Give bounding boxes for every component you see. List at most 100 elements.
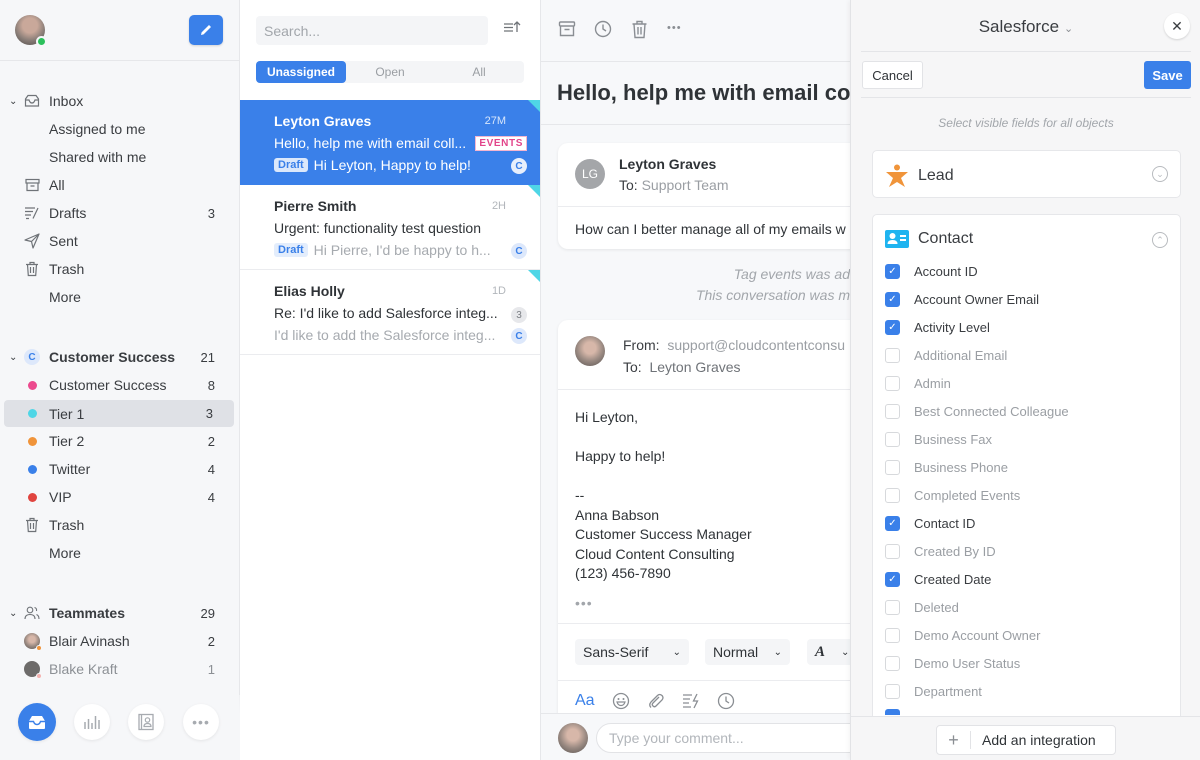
save-button[interactable]: Save bbox=[1144, 61, 1191, 89]
sidebar-item-tier-2[interactable]: Tier 2 2 bbox=[0, 428, 240, 454]
checkbox-unchecked-icon[interactable] bbox=[885, 431, 900, 447]
conversation-item[interactable]: Elias Holly 1D Re: I'd like to add Sales… bbox=[240, 270, 540, 355]
sidebar-item-shared-with-me[interactable]: Shared with me bbox=[0, 144, 240, 170]
checkbox-unchecked-icon[interactable] bbox=[885, 403, 900, 419]
sidebar-item-assigned-to-me[interactable]: Assigned to me bbox=[0, 116, 240, 142]
checkbox-checked-icon[interactable]: ✓ bbox=[885, 571, 900, 587]
tag-color-dot-icon bbox=[27, 409, 37, 418]
search-input[interactable] bbox=[256, 16, 488, 45]
clock-icon[interactable] bbox=[717, 692, 735, 710]
collapse-toggle-icon[interactable]: ⌃ bbox=[1152, 232, 1168, 248]
add-integration-button[interactable]: + Add an integration bbox=[936, 725, 1116, 755]
inbox-nav-button[interactable] bbox=[18, 703, 56, 741]
sidebar-item-more[interactable]: More bbox=[0, 284, 240, 310]
conversation-item[interactable]: Pierre Smith 2H Urgent: functionality te… bbox=[240, 185, 540, 270]
sidebar-item-twitter[interactable]: Twitter 4 bbox=[0, 456, 240, 482]
sidebar-item-team-trash[interactable]: Trash bbox=[0, 512, 240, 538]
field-checkbox-row[interactable]: Deleted bbox=[885, 597, 959, 617]
field-checkbox-row[interactable]: ✓ Contact ID bbox=[885, 513, 975, 533]
reply-body-editor[interactable]: Hi Leyton, Happy to help! -- Anna Babson… bbox=[575, 408, 752, 584]
checkbox-checked-icon[interactable]: ✓ bbox=[885, 291, 900, 307]
field-checkbox-row[interactable]: ✓ Activity Level bbox=[885, 317, 990, 337]
sidebar-team-customer-success[interactable]: ⌄ C Customer Success 21 bbox=[0, 344, 240, 370]
field-checkbox-row-partial[interactable] bbox=[885, 709, 914, 715]
chevron-down-icon[interactable]: ⌄ bbox=[9, 352, 17, 363]
field-checkbox-row[interactable]: Created By ID bbox=[885, 541, 996, 561]
sidebar-teammate-blake-kraft[interactable]: Blake Kraft 1 bbox=[0, 656, 240, 682]
inbound-message-card[interactable]: LG Leyton Graves To: Support Team How ca… bbox=[558, 143, 850, 249]
field-checkbox-row[interactable]: Additional Email bbox=[885, 345, 1007, 365]
checkbox-unchecked-icon[interactable] bbox=[885, 487, 900, 503]
sidebar-item-team-more[interactable]: More bbox=[0, 540, 240, 566]
more-nav-button[interactable]: ••• bbox=[183, 704, 219, 740]
field-checkbox-row[interactable]: Department bbox=[885, 681, 982, 701]
field-checkbox-row[interactable]: Demo Account Owner bbox=[885, 625, 1040, 645]
field-checkbox-row[interactable]: ✓ Created Date bbox=[885, 569, 991, 589]
object-card-contact[interactable]: Contact ⌃ ✓ Account ID ✓ Account Owner Emai… bbox=[872, 214, 1181, 734]
checkbox-unchecked-icon[interactable] bbox=[885, 347, 900, 363]
field-checkbox-row[interactable]: Completed Events bbox=[885, 485, 1020, 505]
conversation-item[interactable]: Leyton Graves 27M Hello, help me with em… bbox=[240, 100, 540, 185]
sidebar-item-sent[interactable]: Sent bbox=[0, 228, 240, 254]
chevron-down-icon[interactable]: ⌄ bbox=[9, 96, 17, 107]
checkbox-unchecked-icon[interactable] bbox=[885, 683, 900, 699]
attachment-icon[interactable] bbox=[647, 692, 665, 710]
panel-hint: Select visible fields for all objects bbox=[938, 116, 1114, 130]
checkbox-unchecked-icon[interactable] bbox=[885, 375, 900, 391]
field-checkbox-row[interactable]: Best Connected Colleague bbox=[885, 401, 1069, 421]
checkbox-unchecked-icon[interactable] bbox=[885, 655, 900, 671]
field-checkbox-row[interactable]: ✓ Account Owner Email bbox=[885, 289, 1039, 309]
cancel-button[interactable]: Cancel bbox=[862, 61, 923, 89]
close-panel-button[interactable]: ✕ bbox=[1164, 13, 1190, 39]
comment-input[interactable] bbox=[596, 723, 850, 753]
sidebar-item-inbox[interactable]: ⌄ Inbox bbox=[0, 88, 240, 114]
integration-selector[interactable]: Salesforce ⌄ bbox=[851, 17, 1200, 37]
field-checkbox-row[interactable]: Business Fax bbox=[885, 429, 992, 449]
field-checkbox-row[interactable]: ✓ Account ID bbox=[885, 261, 978, 281]
reply-draft-card[interactable]: From: support@cloudcontentconsu To: Leyt… bbox=[558, 320, 850, 740]
object-label: Lead bbox=[918, 167, 954, 184]
checkbox-unchecked-icon[interactable] bbox=[885, 543, 900, 559]
show-quoted-text-button[interactable]: ••• bbox=[575, 595, 593, 611]
font-family-select[interactable]: Sans-Serif ⌄ bbox=[575, 639, 689, 665]
contacts-nav-button[interactable] bbox=[128, 704, 164, 740]
delete-button[interactable] bbox=[631, 20, 648, 42]
font-size-select[interactable]: Normal ⌄ bbox=[705, 639, 790, 665]
sidebar-item-vip[interactable]: VIP 4 bbox=[0, 484, 240, 510]
sidebar-item-tier-1[interactable]: Tier 1 3 bbox=[4, 400, 234, 427]
field-checkbox-row[interactable]: Demo User Status bbox=[885, 653, 1020, 673]
sidebar-item-customer-success[interactable]: Customer Success 8 bbox=[0, 372, 240, 398]
field-checkbox-row[interactable]: Admin bbox=[885, 373, 951, 393]
expand-toggle-icon[interactable]: ⌄ bbox=[1152, 166, 1168, 182]
snippet-icon[interactable] bbox=[682, 693, 700, 709]
analytics-nav-button[interactable] bbox=[74, 704, 110, 740]
archive-button[interactable] bbox=[558, 20, 576, 41]
sidebar-item-label: Teammates bbox=[49, 605, 126, 621]
compose-button[interactable] bbox=[189, 15, 223, 45]
sidebar-item-all[interactable]: All bbox=[0, 172, 240, 198]
more-actions-button[interactable]: ••• bbox=[667, 22, 682, 34]
checkbox-unchecked-icon[interactable] bbox=[885, 599, 900, 615]
chevron-down-icon[interactable]: ⌄ bbox=[9, 608, 17, 619]
object-card-lead[interactable]: Lead ⌄ bbox=[872, 150, 1181, 198]
sidebar-teammates[interactable]: ⌄ Teammates 29 bbox=[0, 600, 240, 626]
sort-button[interactable] bbox=[503, 20, 521, 37]
sidebar-teammate-blair-avinash[interactable]: Blair Avinash 2 bbox=[0, 628, 240, 654]
sidebar-item-trash[interactable]: Trash bbox=[0, 256, 240, 282]
field-checkbox-row[interactable]: Business Phone bbox=[885, 457, 1008, 477]
tab-all[interactable]: All bbox=[434, 61, 524, 83]
user-avatar[interactable] bbox=[15, 15, 47, 47]
checkbox-unchecked-icon[interactable] bbox=[885, 459, 900, 475]
checkbox-checked-icon[interactable]: ✓ bbox=[885, 263, 900, 279]
checkbox-checked-icon[interactable]: ✓ bbox=[885, 515, 900, 531]
text-format-icon[interactable]: Aa bbox=[575, 692, 595, 710]
checkbox-unchecked-icon[interactable] bbox=[885, 627, 900, 643]
tab-open[interactable]: Open bbox=[346, 61, 434, 83]
snooze-button[interactable] bbox=[594, 20, 612, 41]
emoji-icon[interactable] bbox=[612, 692, 630, 710]
checkbox-checked-icon[interactable] bbox=[885, 709, 900, 715]
sidebar-item-drafts[interactable]: Drafts 3 bbox=[0, 200, 240, 226]
tab-unassigned[interactable]: Unassigned bbox=[256, 61, 346, 83]
text-style-select[interactable]: A ⌄ bbox=[807, 639, 850, 665]
checkbox-checked-icon[interactable]: ✓ bbox=[885, 319, 900, 335]
